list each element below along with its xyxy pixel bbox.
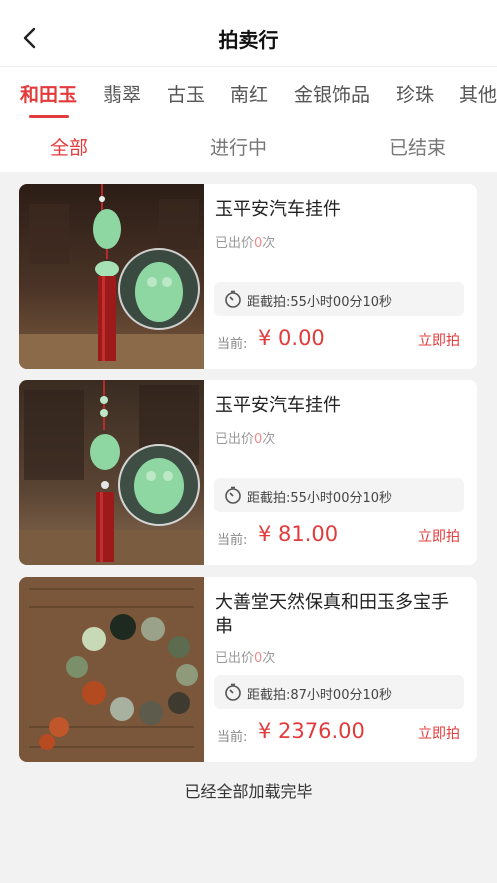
tab-category-hetian[interactable]: 和田玉 (20, 80, 77, 107)
tab-category-jewelry[interactable]: 金银饰品 (294, 80, 370, 107)
page-title: 拍卖行 (218, 28, 279, 52)
countdown-text: 距截拍:55小时00分10秒 (247, 295, 393, 310)
tab-status-all[interactable]: 全部 (50, 133, 88, 160)
tab-category-other[interactable]: 其他 (459, 80, 497, 107)
current-price: ¥ 0.00 (258, 326, 325, 350)
auction-card[interactable]: 大善堂天然保真和田玉多宝手串 已出价0次 距截拍:87小时00分10秒 当前: … (19, 577, 477, 762)
bid-count: 已出价0次 (215, 432, 276, 447)
bid-now-button[interactable]: 立即拍 (418, 330, 460, 350)
nav-bar: 拍卖行 (0, 0, 497, 66)
product-image[interactable] (19, 577, 204, 762)
tab-category-feicui[interactable]: 翡翠 (103, 80, 141, 107)
timer-icon (225, 486, 241, 504)
active-tab-indicator (29, 115, 69, 118)
product-title: 玉平安汽车挂件 (215, 395, 341, 416)
price-label: 当前: (217, 337, 248, 352)
bid-count: 已出价0次 (215, 236, 276, 251)
bid-now-button[interactable]: 立即拍 (418, 526, 460, 546)
countdown-box: 距截拍:55小时00分10秒 (214, 478, 464, 512)
product-title: 玉平安汽车挂件 (215, 199, 341, 220)
tab-category-nanhong[interactable]: 南红 (230, 80, 268, 107)
countdown-text: 距截拍:87小时00分10秒 (247, 688, 393, 703)
timer-icon (225, 683, 241, 701)
tab-category-pearl[interactable]: 珍珠 (396, 80, 434, 107)
countdown-box: 距截拍:87小时00分10秒 (214, 675, 464, 709)
product-title: 大善堂天然保真和田玉多宝手串 (215, 592, 449, 637)
auction-card[interactable]: 玉平安汽车挂件 已出价0次 距截拍:55小时00分10秒 当前: ¥ 81.00… (19, 380, 477, 565)
product-image[interactable] (19, 184, 204, 369)
load-complete-text: 已经全部加载完毕 (184, 782, 313, 801)
timer-icon (225, 290, 241, 308)
price-label: 当前: (217, 533, 248, 548)
auction-card[interactable]: 玉平安汽车挂件 已出价0次 距截拍:55小时00分10秒 当前: ¥ 0.00 … (19, 184, 477, 369)
tab-status-ended[interactable]: 已结束 (389, 133, 446, 160)
product-image[interactable] (19, 380, 204, 565)
current-price: ¥ 2376.00 (258, 719, 365, 743)
countdown-box: 距截拍:55小时00分10秒 (214, 282, 464, 316)
tab-category-guyu[interactable]: 古玉 (167, 80, 205, 107)
tab-status-ongoing[interactable]: 进行中 (210, 133, 267, 160)
price-label: 当前: (217, 730, 248, 745)
status-tab-bar: 全部 进行中 已结束 (0, 122, 497, 172)
bid-now-button[interactable]: 立即拍 (418, 723, 460, 743)
bid-count: 已出价0次 (215, 651, 276, 666)
category-tab-bar: 和田玉 翡翠 古玉 南红 金银饰品 珍珠 其他 (0, 66, 497, 122)
countdown-text: 距截拍:55小时00分10秒 (247, 491, 393, 506)
current-price: ¥ 81.00 (258, 522, 339, 546)
